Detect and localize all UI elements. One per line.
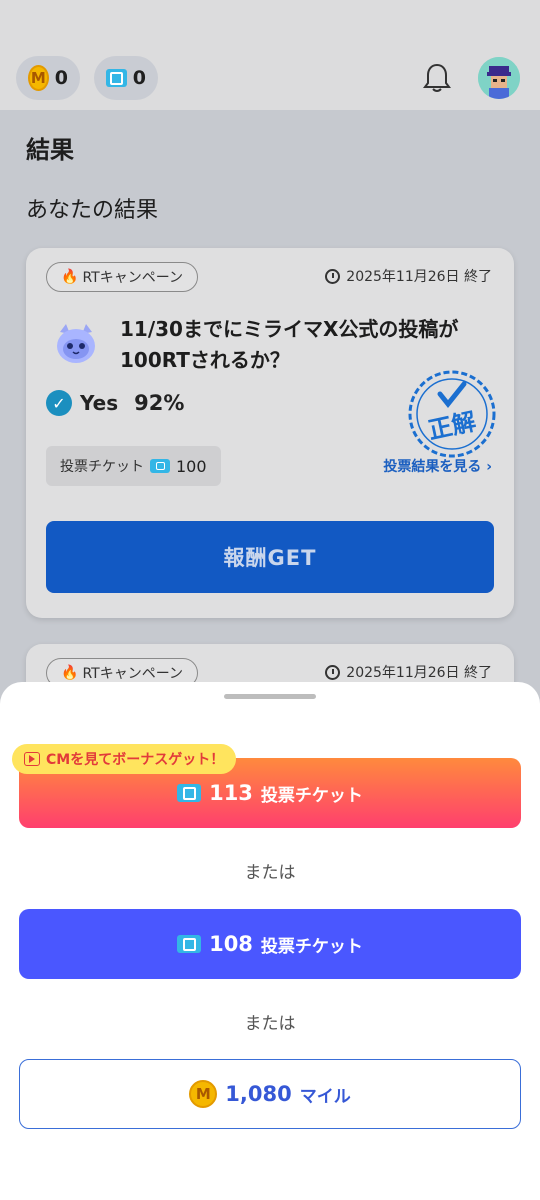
clock-icon [325,664,341,680]
vote-ticket-box: 投票チケット 100 [46,446,221,486]
top-bar: M 0 0 [0,0,540,110]
campaign-tag: 🔥 RTキャンペーン [46,262,198,292]
cm-bonus-badge: CMを見てボーナスゲット！ [12,744,237,774]
cm-ticket-amount: 113 [209,781,253,805]
ticket-unit: 投票チケット [260,936,363,957]
play-icon [24,752,40,766]
flame-icon: 🔥 [61,269,79,285]
coin-icon: M [28,65,49,91]
stamp-text: 正解 [426,407,479,444]
bell-icon[interactable] [422,62,452,94]
ticket-option-button[interactable]: 108 投票チケット [19,909,521,979]
mile-unit: マイル [299,1086,351,1107]
ticket-icon [177,935,202,953]
avatar[interactable] [478,57,520,99]
correct-stamp: 正解 [408,370,496,458]
ticket-icon [177,784,202,802]
miles-balance[interactable]: M 0 [16,56,80,100]
coin-icon: M [189,1080,218,1108]
user-answer: ✓ Yes 92% [46,390,184,416]
question-text: 11/30までにミライマX公式の投稿が100RTされるか？ [120,317,459,372]
tickets-balance[interactable]: 0 [94,56,158,100]
result-card: 🔥 RTキャンペーン 2025年11月26日 終了 11/30までにミライマX公… [26,248,514,618]
view-vote-results-link[interactable]: 投票結果を見る › [383,456,492,476]
or-separator: または [244,863,296,883]
campaign-label: RTキャンペーン [82,666,183,682]
ticket-amount: 108 [209,932,253,956]
or-separator: または [244,1014,296,1034]
section-subtitle: あなたの結果 [26,198,159,223]
deadline-text: 2025年11月26日 終了 [346,665,492,681]
miles-count: 0 [54,67,68,89]
cm-ticket-unit: 投票チケット [260,785,363,806]
check-icon: ✓ [46,390,72,416]
answer-label: Yes [80,391,119,415]
mile-option-button[interactable]: M 1,080 マイル [19,1059,521,1129]
deadline-text: 2025年11月26日 終了 [346,269,492,285]
deadline: 2025年11月26日 終了 [325,266,492,286]
page-title: 結果 [26,136,74,164]
answer-percent: 92% [134,391,185,415]
reward-bottom-sheet: CMを見てボーナスゲット！ 113 投票チケット または 108 投票チケット … [0,682,540,1200]
tickets-count: 0 [132,67,146,89]
vote-count: 100 [176,456,207,476]
vote-label: 投票チケット [60,459,144,475]
mascot-icon [57,324,95,363]
sheet-drag-handle[interactable] [224,694,316,699]
get-reward-button[interactable]: 報酬GET [46,521,494,593]
bonus-text: CMを見てボーナスゲット！ [46,752,225,768]
clock-icon [325,268,341,284]
flame-icon: 🔥 [61,665,79,681]
deadline: 2025年11月26日 終了 [325,662,492,682]
ticket-icon [106,69,127,87]
mile-amount: 1,080 [225,1082,292,1106]
ticket-icon [150,459,170,473]
campaign-label: RTキャンペーン [82,270,183,286]
